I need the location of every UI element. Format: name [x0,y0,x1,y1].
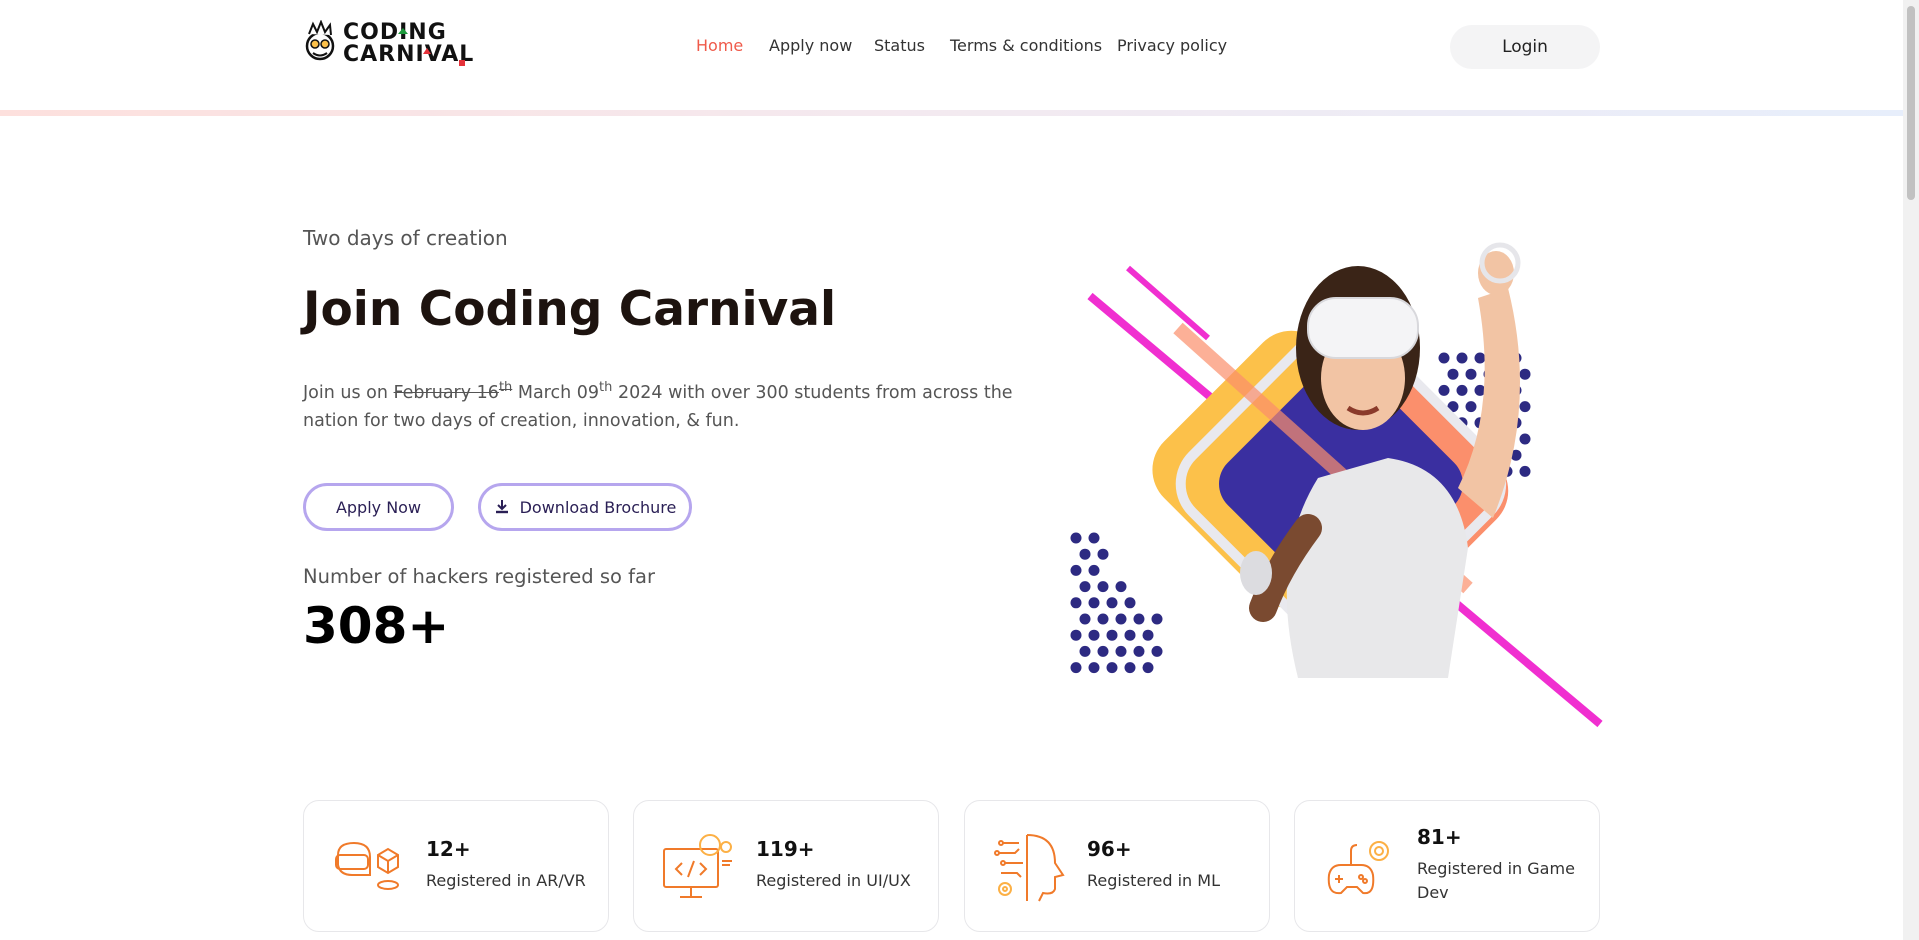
old-date-text: February 16 [393,382,499,403]
pattern-dot [1097,645,1109,657]
pattern-dot [1519,368,1531,380]
pattern-dot [1070,597,1082,609]
pattern-dot [1124,629,1136,641]
stat-value: 12+ [426,837,471,861]
stat-label: Registered in ML [1087,871,1220,890]
page-scrollbar[interactable] [1903,0,1919,940]
pattern-dot [1070,564,1082,576]
download-icon [494,499,510,515]
scrollbar-thumb[interactable] [1907,6,1915,200]
hero-title: Join Coding Carnival [303,282,837,337]
pattern-dot [1115,645,1127,657]
stat-label: Registered in AR/VR [426,871,586,890]
pattern-dot [1079,645,1091,657]
pattern-dot [1070,532,1082,544]
code-monitor-icon [663,834,732,898]
download-brochure-button[interactable]: Download Brochure [478,483,692,531]
dot-pattern-bottom-left [1070,532,1163,674]
ai-head-icon [994,834,1065,902]
pattern-dot [1519,401,1531,413]
new-event-date: March 09 [517,382,600,403]
login-button[interactable]: Login [1450,25,1600,69]
pattern-dot [1115,581,1127,593]
download-brochure-label: Download Brochure [519,497,677,517]
pattern-dot [1124,597,1136,609]
pattern-dot [1079,613,1091,625]
header-divider [0,110,1903,116]
logo-mascot-icon [305,20,335,61]
vr-headset-icon [335,841,399,890]
pattern-dot [1088,597,1100,609]
pattern-dot [1070,662,1082,674]
old-date-suffix: th [498,380,513,395]
stat-card-uiux: 119+ Registered in UI/UX [633,800,939,932]
nav-terms[interactable]: Terms & conditions [950,36,1102,55]
stat-value: 96+ [1087,837,1132,861]
old-event-date: February 16th [393,380,513,403]
hero-tagline: Two days of creation [303,226,508,250]
site-header: CODING CARNIVAL Home Apply now Status Te… [0,0,1903,116]
pattern-dot [1438,384,1450,396]
stat-label: Registered in Game Dev [1417,859,1575,902]
hero-vr-illustration [1070,242,1603,728]
logo-accent-triangle-icon [423,48,431,54]
pattern-dot [1519,433,1531,445]
nav-status[interactable]: Status [874,36,925,55]
pattern-dot [1456,384,1468,396]
stat-card-arvr: 12+ Registered in AR/VR [303,800,609,932]
pattern-dot [1447,368,1459,380]
gamepad-icon [1327,841,1389,895]
pattern-dot [1088,662,1100,674]
pattern-dot [1088,629,1100,641]
magenta-stripe-short [1126,265,1210,341]
pattern-dot [1465,368,1477,380]
pattern-dot [1106,662,1118,674]
stat-label: Registered in UI/UX [756,871,911,890]
hero-description: Join us on February 16th March 09th 2024… [303,374,1033,435]
pattern-dot [1097,581,1109,593]
pattern-dot [1097,548,1109,560]
pattern-dot [1474,352,1486,364]
pattern-dot [1133,645,1145,657]
pattern-dot [1070,629,1082,641]
logo-accent-triangle-icon [398,28,408,34]
new-date-suffix: th [599,380,613,395]
logo-text-line2: CARNIVAL [343,42,475,67]
stat-card-ml: 96+ Registered in ML [964,800,1270,932]
pattern-dot [1106,597,1118,609]
logo-text-line1: CODING [343,20,447,45]
stat-value: 119+ [756,837,815,861]
pattern-dot [1106,629,1118,641]
nav-home[interactable]: Home [696,36,743,55]
pattern-dot [1151,645,1163,657]
pattern-dot [1438,352,1450,364]
nav-privacy[interactable]: Privacy policy [1117,36,1227,55]
pattern-dot [1079,548,1091,560]
pattern-dot [1097,613,1109,625]
page: CODING CARNIVAL Home Apply now Status Te… [0,0,1903,940]
registered-count-value: 308+ [303,597,450,655]
pattern-dot [1519,465,1531,477]
pattern-dot [1465,401,1477,413]
stat-card-gamedev: 81+ Registered in Game Dev [1294,800,1600,932]
pattern-dot [1142,662,1154,674]
pattern-dot [1151,613,1163,625]
apply-now-label: Apply Now [335,497,422,517]
pattern-dot [1079,581,1091,593]
pattern-dot [1142,629,1154,641]
pattern-dot [1088,564,1100,576]
logo-dot-icon [459,60,465,66]
coding-carnival-logo[interactable]: CODING CARNIVAL [303,20,473,68]
pattern-dot [1133,613,1145,625]
pattern-dot [1115,613,1127,625]
apply-now-button[interactable]: Apply Now [303,483,454,531]
stat-value: 81+ [1417,825,1462,849]
nav-apply-now[interactable]: Apply now [769,36,852,55]
pattern-dot [1456,352,1468,364]
desc-prefix: Join us on [303,382,388,403]
registered-count-label: Number of hackers registered so far [303,565,655,588]
pattern-dot [1088,532,1100,544]
pattern-dot [1124,662,1136,674]
